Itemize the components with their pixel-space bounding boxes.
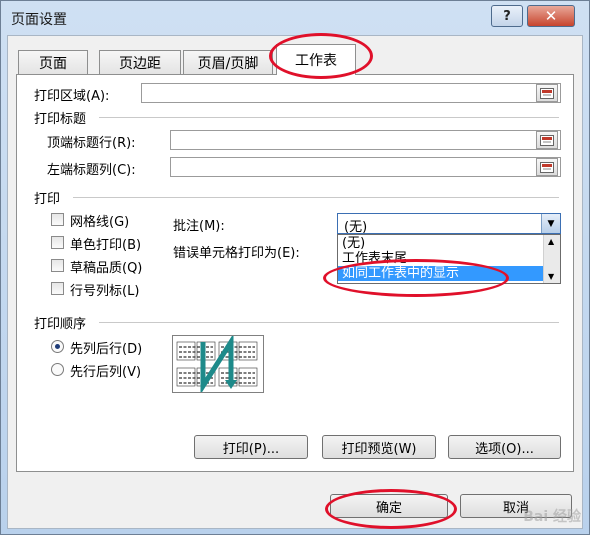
page-order-label: 打印顺序 <box>34 317 87 332</box>
print-button[interactable]: 打印(P)... <box>194 435 308 459</box>
cell-errors-label: 错误单元格打印为(E): <box>173 246 300 261</box>
cols-to-repeat-input[interactable] <box>170 157 561 177</box>
close-button[interactable]: ✕ <box>527 5 575 27</box>
comments-dropdown-list: (无) 工作表末尾 如同工作表中的显示 ▲ ▼ <box>337 234 561 284</box>
print-section-label: 打印 <box>34 192 61 207</box>
scroll-up-icon[interactable]: ▲ <box>548 237 554 246</box>
over-then-down-radio[interactable] <box>51 363 64 376</box>
dropdown-option[interactable]: (无) <box>338 236 546 251</box>
tab-sheet[interactable]: 工作表 <box>276 44 356 75</box>
cols-to-repeat-label: 左端标题列(C): <box>47 163 136 178</box>
help-button[interactable]: ? <box>491 5 523 27</box>
cols-collapse-button[interactable] <box>536 158 558 176</box>
gridlines-label: 网格线(G) <box>70 215 130 230</box>
range-select-icon <box>540 134 554 146</box>
separator <box>99 117 559 118</box>
page-setup-dialog: 页面设置 ? ✕ 页面 页边距 页眉/页脚 工作表 打印区域(A): 打印标题 … <box>0 0 590 535</box>
dropdown-option-selected[interactable]: 如同工作表中的显示 <box>338 266 546 281</box>
print-area-input[interactable] <box>141 83 561 103</box>
dialog-client: 页面 页边距 页眉/页脚 工作表 打印区域(A): 打印标题 顶端标题行(R):… <box>7 35 583 529</box>
comments-selected-value: (无) <box>344 220 368 235</box>
print-preview-button[interactable]: 打印预览(W) <box>322 435 436 459</box>
tab-page[interactable]: 页面 <box>18 50 88 74</box>
chevron-down-icon[interactable]: ▼ <box>541 214 560 233</box>
help-icon: ? <box>503 8 511 24</box>
ok-button[interactable]: 确定 <box>330 494 448 518</box>
comments-label: 批注(M): <box>173 219 225 234</box>
print-titles-label: 打印标题 <box>34 112 87 127</box>
row-col-headings-checkbox[interactable] <box>51 282 64 295</box>
print-area-collapse-button[interactable] <box>536 84 558 102</box>
draft-quality-checkbox[interactable] <box>51 259 64 272</box>
comments-select[interactable]: (无) ▼ <box>337 213 561 235</box>
separator <box>99 322 559 323</box>
dropdown-scrollbar[interactable]: ▲ ▼ <box>543 235 560 283</box>
watermark: Bai 经验 <box>523 509 581 525</box>
print-area-label: 打印区域(A): <box>34 89 110 104</box>
close-icon: ✕ <box>544 7 558 25</box>
rows-collapse-button[interactable] <box>536 131 558 149</box>
dropdown-option[interactable]: 工作表末尾 <box>338 251 546 266</box>
down-then-over-label: 先列后行(D) <box>70 342 143 357</box>
row-col-headings-label: 行号列标(L) <box>70 284 140 299</box>
title-bar[interactable]: 页面设置 ? ✕ <box>1 1 589 35</box>
separator <box>73 197 559 198</box>
page-order-preview-icon <box>172 333 264 395</box>
range-select-icon <box>540 161 554 173</box>
draft-quality-label: 草稿品质(Q) <box>70 261 143 276</box>
scroll-down-icon[interactable]: ▼ <box>548 272 554 281</box>
dialog-title: 页面设置 <box>11 12 67 28</box>
down-then-over-radio[interactable] <box>51 340 64 353</box>
options-button[interactable]: 选项(O)... <box>448 435 561 459</box>
range-select-icon <box>540 87 554 99</box>
rows-to-repeat-label: 顶端标题行(R): <box>47 136 136 151</box>
tab-header-footer[interactable]: 页眉/页脚 <box>183 50 273 74</box>
tab-margins[interactable]: 页边距 <box>99 50 181 74</box>
sheet-tab-panel: 打印区域(A): 打印标题 顶端标题行(R): 左端标题列(C): 打印 网格线… <box>16 74 574 472</box>
gridlines-checkbox[interactable] <box>51 213 64 226</box>
over-then-down-label: 先行后列(V) <box>70 365 142 380</box>
rows-to-repeat-input[interactable] <box>170 130 561 150</box>
black-white-label: 单色打印(B) <box>70 238 142 253</box>
black-white-checkbox[interactable] <box>51 236 64 249</box>
